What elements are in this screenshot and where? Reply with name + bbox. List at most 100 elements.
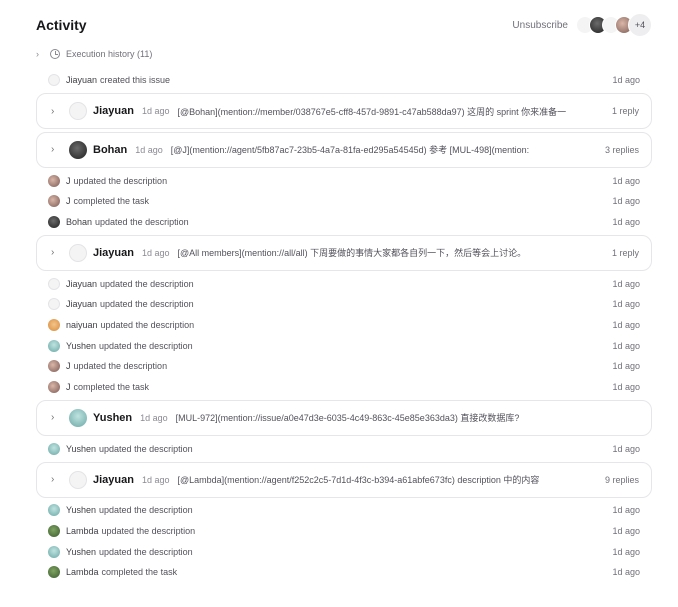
avatar bbox=[69, 140, 87, 159]
activity-item: Bohan updated the description 1d ago bbox=[36, 212, 652, 233]
chevron-right-icon[interactable]: › bbox=[51, 106, 63, 117]
avatar bbox=[48, 504, 60, 517]
activity-time: 1d ago bbox=[612, 216, 640, 227]
activity-description: updated the description bbox=[99, 443, 193, 454]
avatar bbox=[69, 243, 87, 262]
activity-time: 1d ago bbox=[612, 278, 640, 289]
comment-author: Bohan bbox=[93, 143, 128, 156]
activity-description: updated the description bbox=[101, 526, 196, 537]
avatar bbox=[69, 102, 87, 121]
chevron-right-icon: › bbox=[36, 49, 39, 59]
activity-time: 1d ago bbox=[612, 505, 640, 516]
clock-icon bbox=[50, 49, 60, 59]
activity-item: Jiayuan created this issue 1d ago bbox=[36, 70, 652, 91]
avatar bbox=[48, 566, 60, 579]
comment-author: Jiayuan bbox=[93, 246, 134, 259]
activity-actor: Yushen bbox=[66, 340, 97, 351]
activity-time: 1d ago bbox=[612, 382, 640, 393]
activity-title: Activity bbox=[36, 17, 87, 33]
comment-time: 1d ago bbox=[141, 474, 170, 485]
activity-description: completed the task bbox=[101, 567, 178, 578]
unsubscribe-button[interactable]: Unsubscribe bbox=[512, 20, 568, 31]
activity-text: Yushen updated the description bbox=[66, 547, 612, 557]
activity-time: 1d ago bbox=[612, 340, 640, 351]
activity-text: Lambda completed the task bbox=[66, 567, 612, 577]
activity-item: Jcompleted the task 1d ago bbox=[36, 377, 652, 398]
activity-item: Jcompleted the task 1d ago bbox=[36, 191, 652, 212]
activity-description: completed the task bbox=[73, 382, 150, 393]
activity-text: Bohan updated the description bbox=[66, 217, 612, 227]
avatar bbox=[48, 277, 60, 290]
avatar bbox=[48, 74, 60, 87]
activity-actor: Bohan bbox=[66, 216, 93, 227]
activity-text: Jcompleted the task bbox=[66, 196, 612, 206]
activity-time: 1d ago bbox=[612, 546, 640, 557]
comment-author: Jiayuan bbox=[93, 105, 134, 118]
activity-text: Yushen updated the description bbox=[66, 444, 612, 454]
activity-item: Lambda completed the task 1d ago bbox=[36, 562, 652, 583]
activity-time: 1d ago bbox=[612, 567, 640, 578]
comment-preview: [@All members](mention://all/all) 下周要做的事… bbox=[177, 248, 527, 259]
activity-actor: Lambda bbox=[66, 567, 99, 578]
comment-preview: [MUL-972](mention://issue/a0e47d3e-6035-… bbox=[175, 413, 520, 424]
activity-text: Yushen updated the description bbox=[66, 505, 612, 515]
comment-author: Jiayuan bbox=[93, 473, 134, 486]
execution-history-label: Execution history (11) bbox=[66, 49, 153, 59]
reply-count[interactable]: 9 replies bbox=[605, 475, 639, 485]
reply-count[interactable]: 3 replies bbox=[605, 145, 639, 155]
comment-thread[interactable]: › Jiayuan 1d ago [@All members](mention://a… bbox=[36, 234, 652, 271]
chevron-right-icon[interactable]: › bbox=[51, 412, 63, 423]
comment-time: 1d ago bbox=[135, 144, 163, 155]
avatar bbox=[69, 408, 87, 427]
avatar bbox=[48, 381, 60, 394]
comment-time: 1d ago bbox=[140, 412, 168, 423]
avatar bbox=[48, 318, 60, 331]
activity-item: naiyuan updated the description 1d ago bbox=[36, 315, 652, 336]
reply-count[interactable]: 1 reply bbox=[612, 248, 639, 258]
execution-history-toggle[interactable]: › Execution history (11) bbox=[36, 44, 152, 64]
activity-actor: Yushen bbox=[66, 505, 97, 516]
activity-description: created this issue bbox=[100, 75, 171, 86]
chevron-right-icon[interactable]: › bbox=[51, 474, 63, 485]
avatar bbox=[48, 442, 60, 455]
activity-time: 1d ago bbox=[612, 299, 640, 310]
reply-count[interactable]: 1 reply bbox=[612, 106, 639, 116]
activity-actor: J bbox=[66, 196, 71, 207]
activity-item: Yushen updated the description 1d ago bbox=[36, 500, 652, 521]
activity-description: updated the description bbox=[99, 505, 193, 516]
activity-item: Yushen updated the description 1d ago bbox=[36, 335, 652, 356]
comment-preview: [@J](mention://agent/5fb87ac7-23b5-4a7a-… bbox=[170, 145, 530, 156]
comment-thread[interactable]: › Bohan 1d ago [@J](mention://agent/5fb87ac… bbox=[36, 131, 652, 168]
more-subscribers-badge[interactable]: +4 bbox=[628, 13, 652, 37]
activity-description: updated the description bbox=[95, 216, 189, 227]
activity-text: Jiayuan updated the description bbox=[66, 279, 612, 289]
activity-actor: Jiayuan bbox=[66, 299, 98, 310]
activity-actor: Yushen bbox=[66, 443, 97, 454]
activity-description: updated the description bbox=[100, 278, 194, 289]
activity-description: updated the description bbox=[100, 299, 194, 310]
activity-item: Jupdated the description 1d ago bbox=[36, 170, 652, 191]
subscriber-avatars[interactable]: +4 bbox=[576, 13, 652, 37]
activity-text: Yushen updated the description bbox=[66, 341, 612, 351]
avatar bbox=[69, 470, 87, 489]
avatar bbox=[48, 339, 60, 352]
avatar bbox=[48, 174, 60, 187]
avatar bbox=[48, 545, 60, 558]
comment-author: Yushen bbox=[93, 411, 133, 424]
comment-thread[interactable]: › Jiayuan 1d ago [@Bohan](mention://member/… bbox=[36, 93, 652, 130]
activity-actor: J bbox=[66, 175, 71, 186]
activity-time: 1d ago bbox=[612, 319, 640, 330]
comment-thread[interactable]: › Jiayuan 1d ago [@Lambda](mention://agent/… bbox=[36, 461, 652, 498]
activity-time: 1d ago bbox=[612, 526, 640, 537]
activity-text: Jiayuan created this issue bbox=[66, 75, 612, 85]
chevron-right-icon[interactable]: › bbox=[51, 247, 63, 258]
chevron-right-icon[interactable]: › bbox=[51, 144, 63, 155]
activity-description: updated the description bbox=[99, 546, 193, 557]
activity-item: Yushen updated the description 1d ago bbox=[36, 438, 652, 459]
comment-preview: [@Lambda](mention://agent/f252c2c5-7d1d-… bbox=[177, 475, 540, 486]
comment-thread[interactable]: › Yushen 1d ago [MUL-972](mention://issue/a… bbox=[36, 399, 652, 436]
activity-item: Jupdated the description 1d ago bbox=[36, 356, 652, 377]
activity-description: updated the description bbox=[99, 340, 193, 351]
activity-time: 1d ago bbox=[612, 75, 640, 86]
activity-text: Jupdated the description bbox=[66, 176, 612, 186]
